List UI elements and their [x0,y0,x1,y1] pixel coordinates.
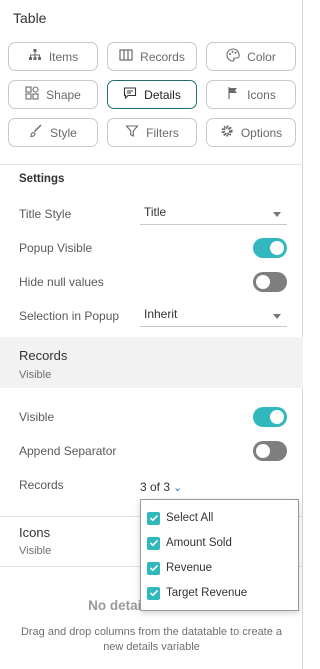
shapes-icon [25,86,39,103]
tab-color-label: Color [247,49,276,64]
checkbox-checked-icon[interactable] [147,561,160,575]
panel-title: Table [13,10,47,26]
records-visible-label: Visible [19,410,55,424]
icons-title: Icons [19,525,51,540]
popup-visible-label: Popup Visible [19,241,93,255]
title-style-label: Title Style [19,207,72,221]
append-separator-label: Append Separator [19,444,117,458]
popup-visible-toggle[interactable] [253,238,287,258]
table-settings-panel: Table Items Records Color Shape Details [0,0,303,669]
records-count-dropdown[interactable]: 3 of 3 ⌄ [140,480,182,494]
option-label: Amount Sold [166,537,232,549]
title-style-select[interactable]: Title [140,203,287,225]
tab-shape[interactable]: Shape [8,80,98,109]
flag-icon [226,86,240,103]
tab-icons-label: Icons [247,87,276,102]
comment-icon [123,86,137,103]
hierarchy-icon [28,48,42,65]
empty-state-description: Drag and drop columns from the datatable… [20,626,283,653]
brush-icon [29,124,43,141]
icons-subtitle: Visible [19,545,52,557]
tab-records[interactable]: Records [107,42,197,71]
dropdown-option-revenue[interactable]: Revenue [147,558,212,578]
tab-filters[interactable]: Filters [107,118,197,147]
columns-icon [119,48,133,65]
double-chevron-down-icon: ⌄ [173,482,183,494]
selection-popup-label: Selection in Popup [19,309,120,323]
tab-details-label: Details [144,87,181,102]
tab-options[interactable]: Options [206,118,296,147]
checkbox-checked-icon[interactable] [147,511,160,525]
dropdown-option-select-all[interactable]: Select All [147,508,213,528]
chevron-down-icon [273,212,281,217]
option-label: Target Revenue [166,587,248,599]
selection-popup-value: Inherit [144,307,178,321]
filter-icon [125,124,139,141]
records-subtitle: Visible [19,369,52,381]
append-separator-toggle[interactable] [253,441,287,461]
checkbox-checked-icon[interactable] [147,586,160,600]
records-label: Records [19,478,64,492]
checkbox-checked-icon[interactable] [147,536,160,550]
dropdown-option-amount-sold[interactable]: Amount Sold [147,533,232,553]
gear-icon [220,124,234,141]
records-title: Records [19,348,68,363]
hide-null-toggle[interactable] [253,272,287,292]
tab-options-label: Options [240,125,283,140]
tab-style[interactable]: Style [8,118,98,147]
tab-items-label: Items [48,49,79,64]
option-label: Select All [166,512,214,524]
tab-color[interactable]: Color [206,42,296,71]
option-label: Revenue [166,562,213,574]
divider [0,164,303,165]
title-style-value: Title [144,205,167,219]
records-visible-toggle[interactable] [253,407,287,427]
tab-shape-label: Shape [46,87,81,102]
hide-null-label: Hide null values [19,275,104,289]
settings-heading: Settings [19,173,65,185]
dropdown-option-target-revenue[interactable]: Target Revenue [147,583,247,603]
selection-popup-select[interactable]: Inherit [140,305,287,327]
tab-items[interactable]: Items [8,42,98,71]
chevron-down-icon [273,314,281,319]
tab-style-label: Style [50,125,77,140]
records-section-header[interactable]: Records Visible [0,337,303,388]
records-count-value: 3 of 3 [140,480,171,494]
records-dropdown-list: Select All Amount Sold Revenue Target Re… [140,499,299,611]
tab-filters-label: Filters [146,125,179,140]
tab-details[interactable]: Details [107,80,197,109]
palette-icon [226,48,240,65]
tab-icons[interactable]: Icons [206,80,296,109]
tab-records-label: Records [140,49,185,64]
